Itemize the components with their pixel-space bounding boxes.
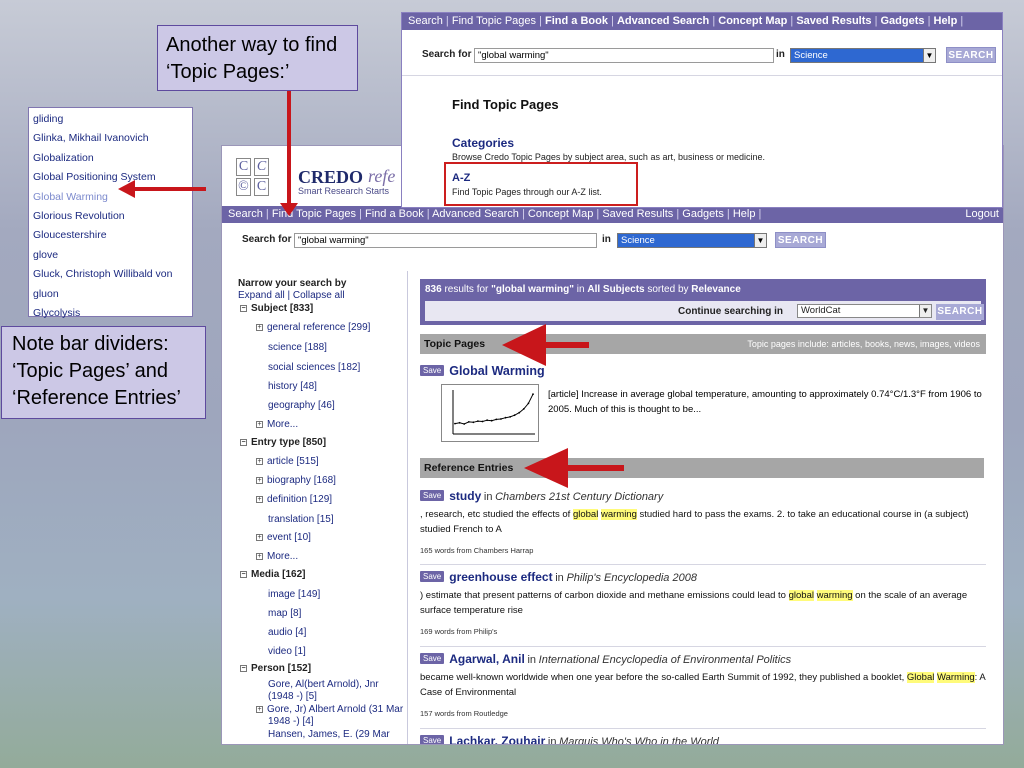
arrow-left-icon <box>118 180 135 198</box>
arrow-left-icon <box>524 448 568 488</box>
arrow-left-icon <box>502 324 546 366</box>
arrow-down-icon <box>280 203 298 216</box>
arrow-shaft <box>131 187 206 191</box>
arrow-shaft <box>287 91 291 209</box>
annotation-arrows <box>118 91 624 488</box>
